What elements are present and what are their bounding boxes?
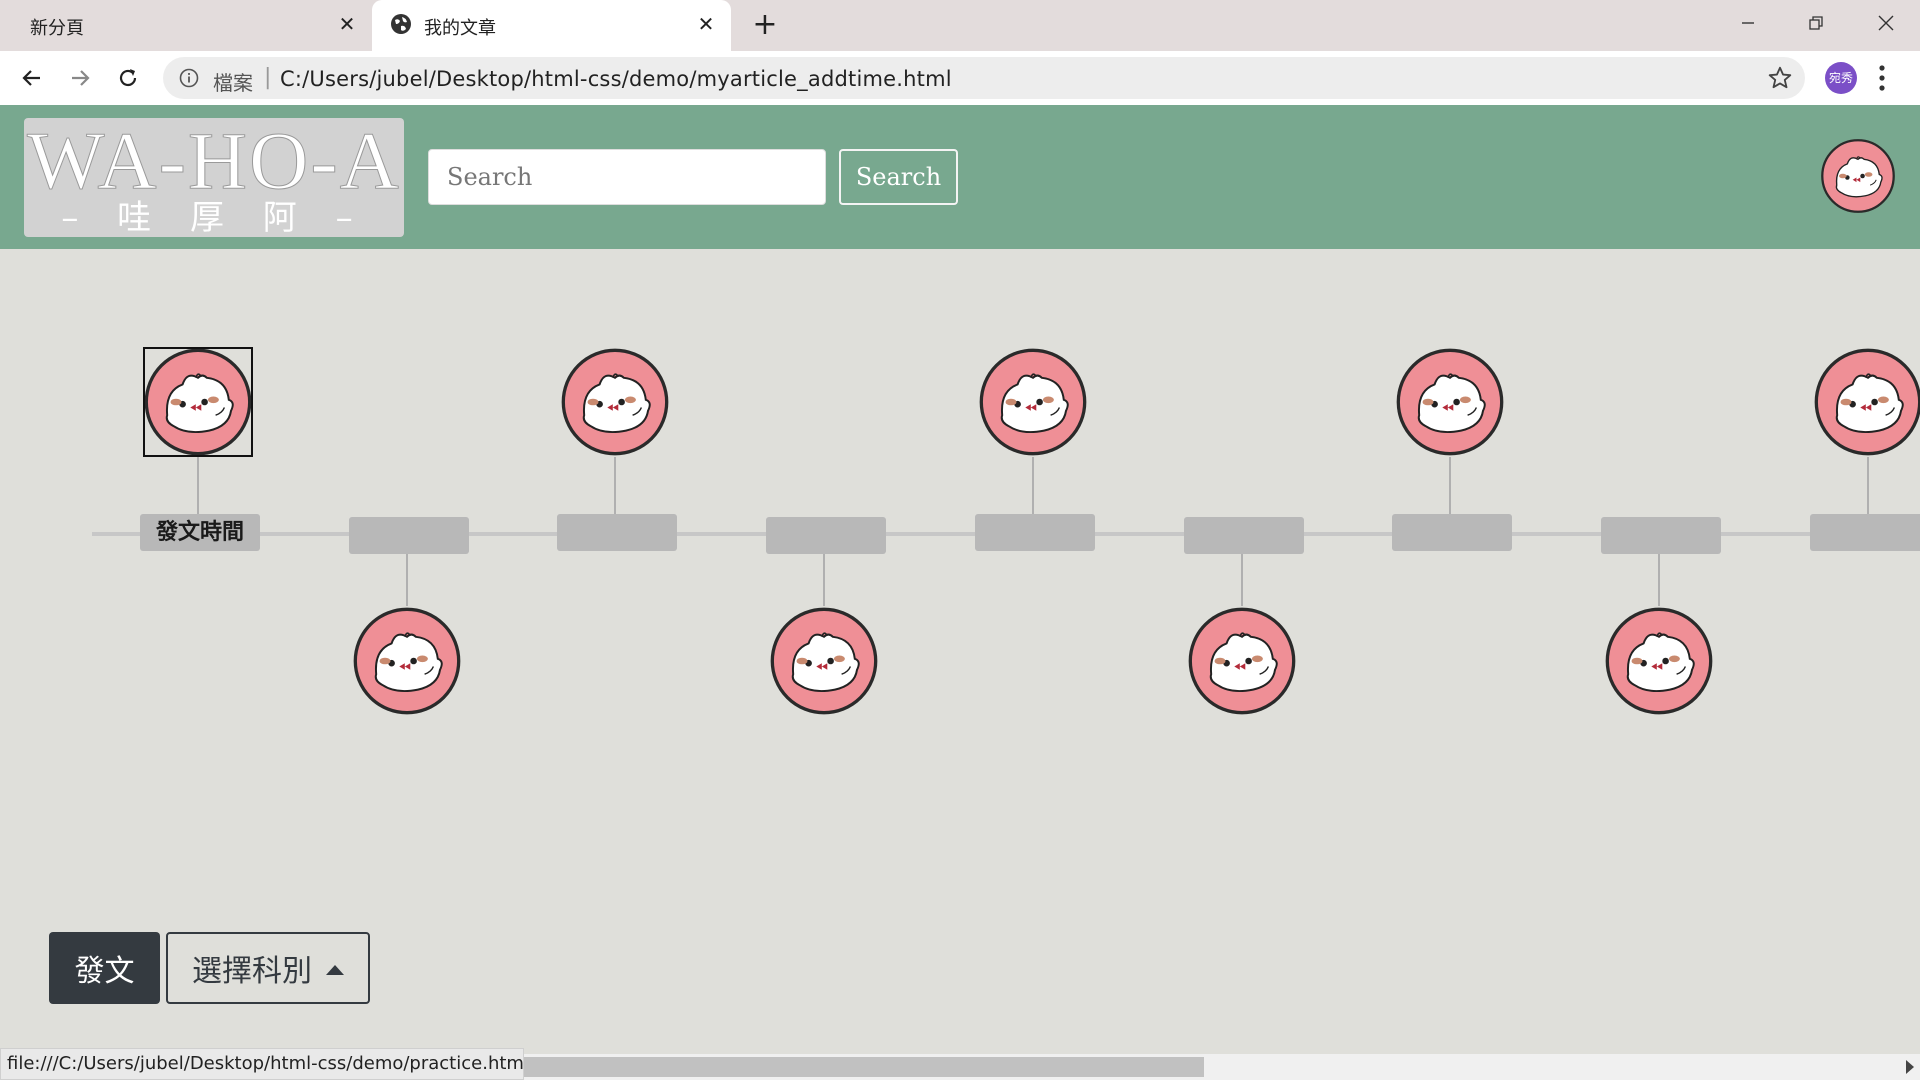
post-time-label — [349, 517, 469, 554]
post-avatar[interactable] — [769, 606, 879, 716]
restore-icon[interactable] — [1782, 0, 1850, 45]
post-time-label — [1810, 514, 1920, 551]
post-time-label — [975, 514, 1095, 551]
forward-arrow-icon[interactable] — [65, 63, 95, 93]
close-window-icon[interactable] — [1852, 0, 1920, 45]
timeline-connector — [1449, 457, 1451, 514]
post-button[interactable]: 發文 — [49, 932, 160, 1004]
post-time-label — [1601, 517, 1721, 554]
post-avatar[interactable] — [1604, 606, 1714, 716]
selected-post-frame — [143, 347, 253, 457]
more-menu-icon[interactable] — [1876, 63, 1888, 93]
post-avatar[interactable] — [352, 606, 462, 716]
tab-title: 新分頁 — [30, 18, 84, 39]
browser-tab-my-articles[interactable]: 我的文章 ✕ — [372, 0, 731, 51]
close-tab-icon[interactable]: ✕ — [694, 12, 718, 36]
select-category-label: 選擇科別 — [192, 954, 312, 989]
post-time-label — [1184, 517, 1304, 554]
new-tab-plus-icon[interactable]: + — [750, 10, 780, 40]
timeline-connector — [1241, 554, 1243, 606]
site-logo[interactable]: WA-HO-A – 哇 厚 阿 – — [24, 118, 404, 237]
logo-main-text: WA-HO-A — [27, 118, 401, 206]
tab-title: 我的文章 — [424, 18, 496, 39]
search-button[interactable]: Search — [839, 149, 958, 205]
status-bar-url: file:///C:/Users/jubel/Desktop/html-css/… — [0, 1048, 529, 1080]
post-avatar[interactable] — [978, 347, 1088, 457]
scheme-divider: | — [264, 65, 272, 90]
minimize-icon[interactable] — [1714, 0, 1782, 45]
browser-tab-bar: 新分頁 ✕ 我的文章 ✕ + — [0, 0, 1920, 51]
post-time-label — [766, 517, 886, 554]
horizontal-scrollbar[interactable] — [524, 1054, 1920, 1080]
timeline-connector — [406, 554, 408, 606]
timeline-connector — [1658, 554, 1660, 606]
url-text[interactable]: C:/Users/jubel/Desktop/html-css/demo/mya… — [280, 67, 952, 91]
timeline-connector — [614, 457, 616, 514]
bookmark-star-icon[interactable] — [1767, 65, 1793, 91]
globe-icon — [391, 14, 411, 34]
post-avatar[interactable] — [1813, 347, 1920, 457]
timeline-connector — [823, 554, 825, 606]
user-avatar[interactable] — [1820, 138, 1896, 214]
timeline-connector — [1032, 457, 1034, 514]
scroll-right-arrow-icon[interactable] — [1906, 1060, 1914, 1074]
site-header: WA-HO-A – 哇 厚 阿 – Search — [0, 105, 1920, 249]
profile-avatar[interactable]: 宛秀 — [1825, 62, 1857, 94]
caret-up-icon — [326, 965, 344, 975]
timeline-connector — [197, 457, 199, 514]
browser-toolbar: 檔案 | C:/Users/jubel/Desktop/html-css/dem… — [0, 51, 1920, 105]
logo-sub-text: – 哇 厚 阿 – — [61, 198, 367, 237]
select-category-button[interactable]: 選擇科別 — [166, 932, 370, 1004]
close-tab-icon[interactable]: ✕ — [335, 12, 359, 36]
back-arrow-icon[interactable] — [17, 63, 47, 93]
post-avatar[interactable] — [1187, 606, 1297, 716]
info-icon[interactable] — [179, 68, 199, 88]
browser-tab-new-tab[interactable]: 新分頁 ✕ — [0, 0, 370, 51]
address-bar[interactable]: 檔案 | C:/Users/jubel/Desktop/html-css/dem… — [163, 57, 1805, 99]
post-avatar[interactable] — [560, 347, 670, 457]
reload-icon[interactable] — [113, 63, 143, 93]
post-avatar[interactable] — [1395, 347, 1505, 457]
post-time-label — [557, 514, 677, 551]
timeline-connector — [1867, 457, 1869, 514]
scheme-label: 檔案 — [213, 71, 253, 95]
post-time-label — [1392, 514, 1512, 551]
post-time-label: 發文時間 — [140, 514, 260, 551]
scrollbar-thumb[interactable] — [524, 1057, 1204, 1077]
search-input[interactable] — [428, 149, 826, 205]
